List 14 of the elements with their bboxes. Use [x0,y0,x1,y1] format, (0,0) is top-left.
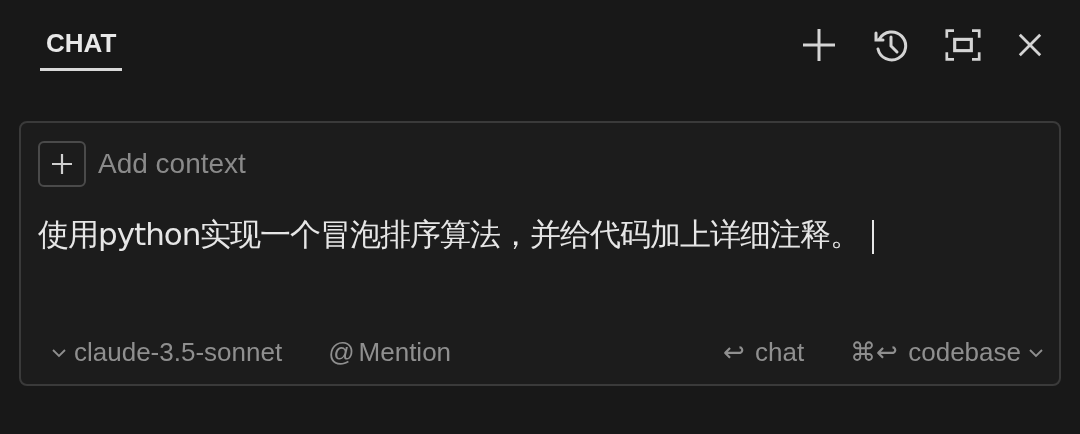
chat-tab[interactable]: CHAT [40,26,123,71]
model-selector[interactable]: claude-3.5-sonnet [38,337,283,368]
mention-button[interactable]: @Mention [314,337,452,368]
maximize-icon[interactable] [945,27,981,63]
close-icon[interactable] [1017,32,1043,58]
plus-icon [50,152,74,176]
plus-icon[interactable] [801,27,837,63]
submit-action-button[interactable]: ⌘↩ codebase [836,337,1043,368]
submit-action-button[interactable]: ↩ chat [709,337,805,368]
chevron-down-icon [52,347,66,358]
prompt-input[interactable]: 使用python实现一个冒泡排序算法，并给代码加上详细注释。 [38,211,1043,257]
add-context-label[interactable]: Add context [98,148,246,180]
add-context-button[interactable] [38,141,86,187]
history-icon[interactable] [873,27,909,63]
